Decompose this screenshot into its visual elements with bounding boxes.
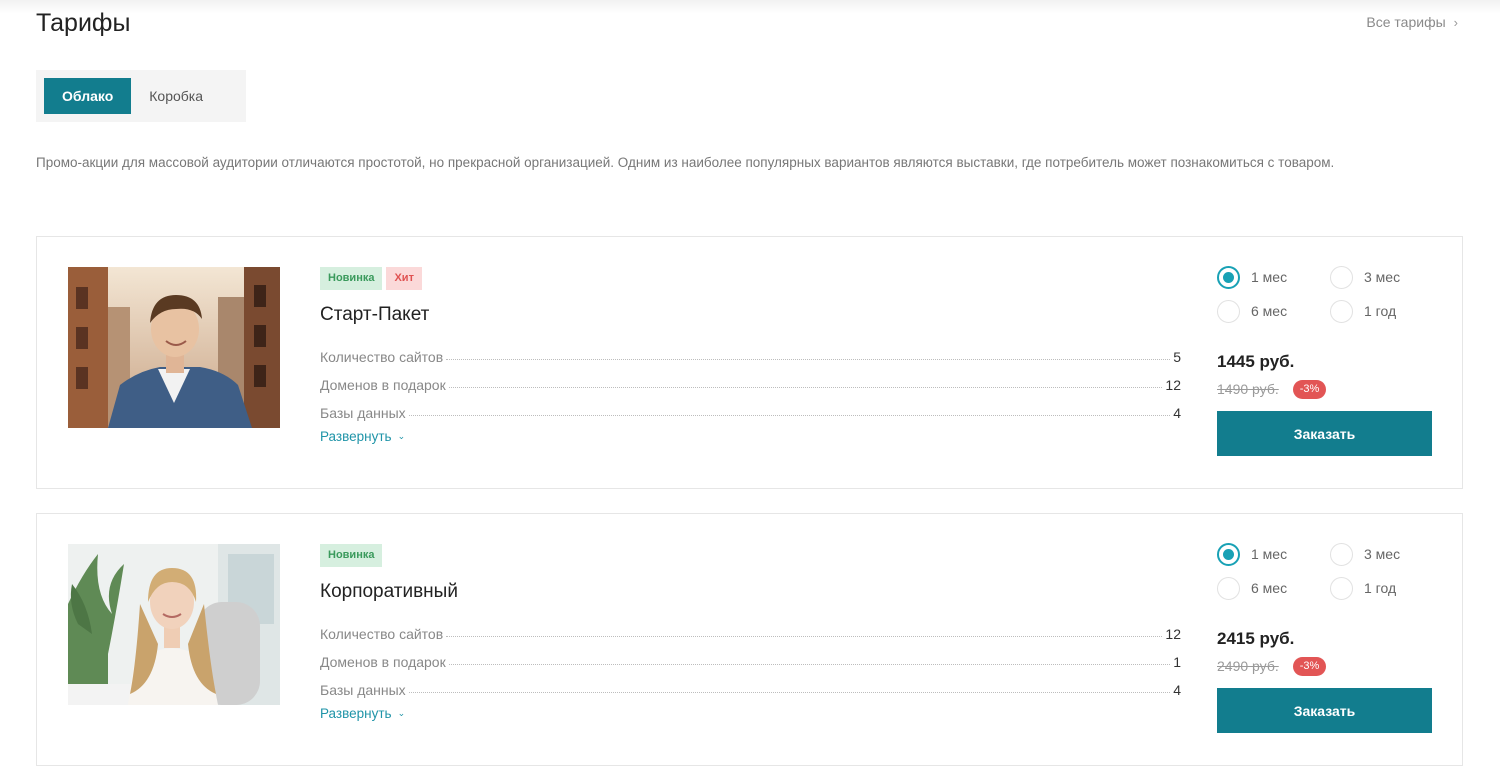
radio-icon[interactable] bbox=[1330, 299, 1353, 323]
spec-value: 1 bbox=[1173, 654, 1181, 670]
badges: Новинка bbox=[320, 544, 1181, 567]
spec-value: 12 bbox=[1165, 626, 1181, 642]
badge-new: Новинка bbox=[320, 544, 383, 567]
spec-row: Базы данных 4 bbox=[320, 670, 1181, 698]
period-label: 1 мес bbox=[1251, 546, 1288, 562]
plan-info: Новинка Корпоративный Количество сайтов … bbox=[320, 544, 1181, 723]
period-label: 1 год bbox=[1364, 303, 1397, 319]
spec-label: Доменов в подарок bbox=[320, 377, 446, 393]
spec-value: 12 bbox=[1165, 377, 1181, 393]
radio-checked-icon[interactable] bbox=[1217, 542, 1240, 566]
plan-name: Старт-Пакет bbox=[320, 304, 430, 325]
chevron-down-icon: ⌄ bbox=[397, 708, 406, 718]
discount-badge: -3% bbox=[1292, 379, 1327, 399]
plan-card: Новинка Корпоративный Количество сайтов … bbox=[36, 513, 1463, 766]
dotted-leader bbox=[448, 387, 1163, 388]
spec-label: Количество сайтов bbox=[320, 349, 444, 365]
plan-info: Новинка Хит Старт-Пакет Количество сайто… bbox=[320, 267, 1181, 446]
page-title: Тарифы bbox=[36, 9, 131, 37]
period-selector: 1 мес 3 мес 6 мес 1 год bbox=[1217, 265, 1432, 323]
promo-text: Промо-акции для массовой аудитории отлич… bbox=[36, 155, 1335, 170]
spec-value: 5 bbox=[1173, 349, 1181, 365]
spec-list: Количество сайтов 12 Доменов в подарок 1… bbox=[320, 614, 1181, 698]
dotted-leader bbox=[448, 664, 1171, 665]
period-label: 3 мес bbox=[1364, 269, 1401, 285]
chevron-down-icon: ⌄ bbox=[397, 431, 406, 441]
spec-label: Количество сайтов bbox=[320, 626, 444, 642]
period-label: 1 год bbox=[1364, 580, 1397, 596]
price: 2415 руб. bbox=[1217, 629, 1295, 648]
period-label: 3 мес bbox=[1364, 546, 1401, 562]
dotted-leader bbox=[446, 359, 1171, 360]
radio-icon[interactable] bbox=[1330, 265, 1353, 289]
expand-link[interactable]: Развернуть ⌄ bbox=[320, 706, 405, 721]
spec-row: Количество сайтов 5 bbox=[320, 337, 1181, 365]
spec-value: 4 bbox=[1173, 405, 1181, 421]
top-shadow bbox=[0, 0, 1500, 14]
period-option-6-months[interactable]: 6 мес bbox=[1217, 299, 1330, 323]
order-button[interactable]: Заказать bbox=[1217, 411, 1432, 456]
old-price-row: 1490 руб. -3% bbox=[1217, 379, 1432, 399]
radio-checked-icon[interactable] bbox=[1217, 265, 1240, 289]
spec-row: Доменов в подарок 12 bbox=[320, 365, 1181, 393]
dotted-leader bbox=[446, 636, 1163, 637]
badge-new: Новинка bbox=[320, 267, 383, 290]
period-option-1-year[interactable]: 1 год bbox=[1330, 299, 1432, 323]
spec-label: Базы данных bbox=[320, 682, 406, 698]
period-option-1-month[interactable]: 1 мес bbox=[1217, 542, 1330, 566]
radio-icon[interactable] bbox=[1217, 299, 1240, 323]
period-option-3-months[interactable]: 3 мес bbox=[1330, 265, 1432, 289]
spec-label: Доменов в подарок bbox=[320, 654, 446, 670]
badge-hit: Хит bbox=[386, 267, 422, 290]
tab-cloud[interactable]: Облако bbox=[44, 78, 132, 114]
dotted-leader bbox=[408, 692, 1171, 693]
badges: Новинка Хит bbox=[320, 267, 1181, 290]
radio-icon[interactable] bbox=[1330, 576, 1353, 600]
chevron-right-icon: › bbox=[1453, 14, 1458, 30]
spec-row: Количество сайтов 12 bbox=[320, 614, 1181, 642]
young-man-photo bbox=[68, 267, 280, 428]
old-price: 2490 руб. bbox=[1217, 658, 1279, 674]
expand-link[interactable]: Развернуть ⌄ bbox=[320, 429, 405, 444]
price: 1445 руб. bbox=[1217, 352, 1295, 371]
spec-list: Количество сайтов 5 Доменов в подарок 12… bbox=[320, 337, 1181, 421]
discount-badge: -3% bbox=[1292, 656, 1327, 676]
period-label: 6 мес bbox=[1251, 580, 1288, 596]
order-panel: 1 мес 3 мес 6 мес 1 год 1445 руб. 1490 р… bbox=[1217, 265, 1432, 456]
plan-name: Корпоративный bbox=[320, 581, 458, 602]
all-tariffs-link[interactable]: Все тарифы › bbox=[1366, 14, 1458, 30]
radio-icon[interactable] bbox=[1330, 542, 1353, 566]
spec-row: Доменов в подарок 1 bbox=[320, 642, 1181, 670]
all-tariffs-label: Все тарифы bbox=[1366, 14, 1446, 30]
spec-value: 4 bbox=[1173, 682, 1181, 698]
expand-label: Развернуть bbox=[320, 706, 392, 721]
period-option-6-months[interactable]: 6 мес bbox=[1217, 576, 1330, 600]
old-price-row: 2490 руб. -3% bbox=[1217, 656, 1432, 676]
period-label: 1 мес bbox=[1251, 269, 1288, 285]
young-woman-photo bbox=[68, 544, 280, 705]
period-option-1-month[interactable]: 1 мес bbox=[1217, 265, 1330, 289]
plan-card: Новинка Хит Старт-Пакет Количество сайто… bbox=[36, 236, 1463, 489]
period-label: 6 мес bbox=[1251, 303, 1288, 319]
spec-label: Базы данных bbox=[320, 405, 406, 421]
period-option-1-year[interactable]: 1 год bbox=[1330, 576, 1432, 600]
order-panel: 1 мес 3 мес 6 мес 1 год 2415 руб. 2490 р… bbox=[1217, 542, 1432, 733]
tabs: Облако Коробка bbox=[36, 70, 246, 122]
radio-icon[interactable] bbox=[1217, 576, 1240, 600]
dotted-leader bbox=[408, 415, 1171, 416]
order-button[interactable]: Заказать bbox=[1217, 688, 1432, 733]
old-price: 1490 руб. bbox=[1217, 381, 1279, 397]
expand-label: Развернуть bbox=[320, 429, 392, 444]
tab-box[interactable]: Коробка bbox=[131, 78, 221, 114]
spec-row: Базы данных 4 bbox=[320, 393, 1181, 421]
period-option-3-months[interactable]: 3 мес bbox=[1330, 542, 1432, 566]
period-selector: 1 мес 3 мес 6 мес 1 год bbox=[1217, 542, 1432, 600]
